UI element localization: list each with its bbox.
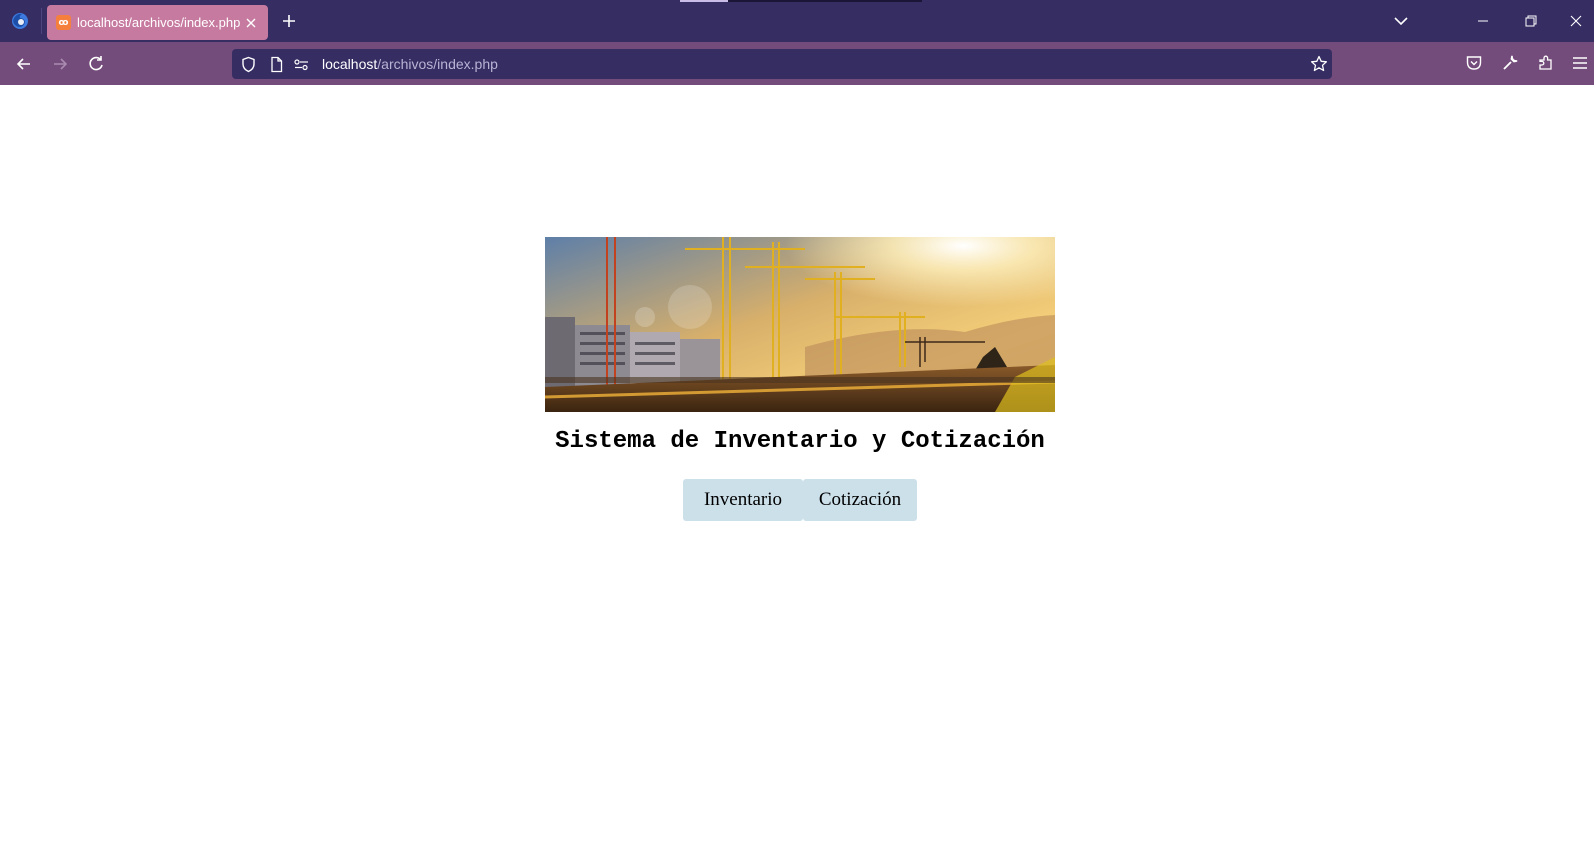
url-path: /archivos/index.php	[377, 56, 498, 72]
hero-image	[545, 237, 1055, 412]
xampp-icon: ꝏ	[56, 15, 71, 30]
close-tab-icon[interactable]	[243, 15, 259, 31]
window-close-icon[interactable]	[1569, 14, 1583, 28]
permissions-icon[interactable]	[293, 56, 310, 73]
cotizacion-button[interactable]: Cotización	[803, 479, 917, 521]
forward-arrow-icon[interactable]	[50, 54, 70, 74]
hamburger-menu-icon[interactable]	[1571, 54, 1589, 72]
pocket-icon[interactable]	[1465, 54, 1483, 72]
url-bar[interactable]: localhost/archivos/index.php	[232, 49, 1332, 79]
page-icon[interactable]	[268, 56, 285, 73]
bookmark-star-icon[interactable]	[1310, 55, 1328, 73]
url-text[interactable]: localhost/archivos/index.php	[322, 49, 498, 79]
reload-icon[interactable]	[86, 54, 106, 74]
minimize-icon[interactable]	[1476, 14, 1490, 28]
shield-icon[interactable]	[240, 56, 257, 73]
tab-separator	[41, 8, 42, 34]
tab-overflow-indicator-track	[728, 0, 922, 2]
navigation-toolbar: localhost/archivos/index.php	[0, 42, 1594, 85]
firefox-view-icon[interactable]	[10, 11, 30, 31]
tab-strip: ꝏ localhost/archivos/index.php	[0, 0, 1594, 42]
restore-icon[interactable]	[1524, 14, 1538, 28]
url-host: localhost	[322, 56, 378, 72]
extensions-icon[interactable]	[1537, 54, 1555, 72]
back-arrow-icon[interactable]	[14, 54, 34, 74]
inventario-button[interactable]: Inventario	[683, 479, 803, 521]
active-tab[interactable]: ꝏ localhost/archivos/index.php	[47, 5, 268, 40]
main-actions: Inventario Cotización	[683, 479, 917, 521]
wrench-icon[interactable]	[1501, 54, 1519, 72]
chevron-down-icon[interactable]	[1393, 14, 1409, 28]
page-title: Sistema de Inventario y Cotización	[555, 428, 1045, 455]
tab-overflow-indicator	[680, 0, 728, 2]
new-tab-icon[interactable]	[281, 13, 297, 29]
tab-title: localhost/archivos/index.php	[77, 15, 241, 30]
